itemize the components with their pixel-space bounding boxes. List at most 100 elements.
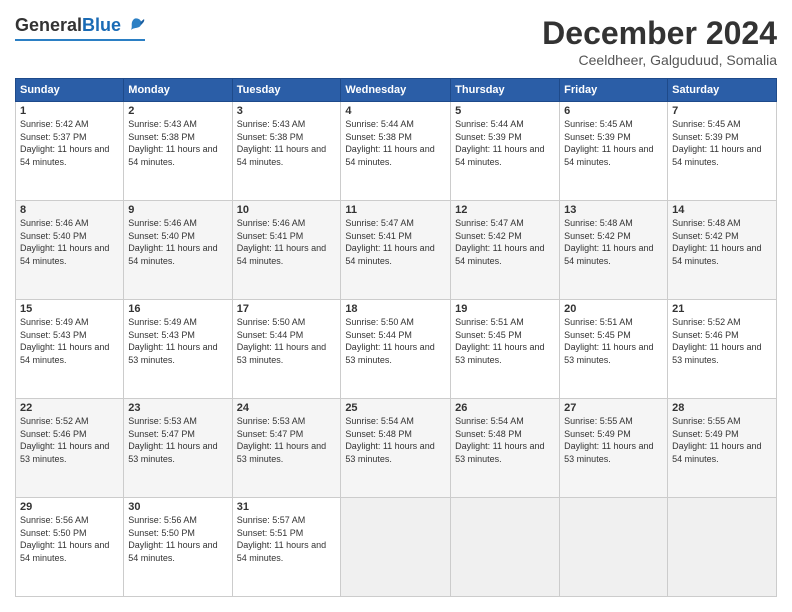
day-number: 24	[237, 402, 337, 414]
calendar-cell: 31 Sunrise: 5:57 AMSunset: 5:51 PMDaylig…	[232, 498, 341, 597]
day-info: Sunrise: 5:45 AMSunset: 5:39 PMDaylight:…	[564, 119, 653, 167]
day-number: 31	[237, 501, 337, 513]
day-number: 3	[237, 105, 337, 117]
calendar-cell: 28 Sunrise: 5:55 AMSunset: 5:49 PMDaylig…	[668, 399, 777, 498]
day-info: Sunrise: 5:42 AMSunset: 5:37 PMDaylight:…	[20, 119, 109, 167]
day-info: Sunrise: 5:47 AMSunset: 5:41 PMDaylight:…	[345, 218, 434, 266]
calendar-cell: 8 Sunrise: 5:46 AMSunset: 5:40 PMDayligh…	[16, 201, 124, 300]
day-number: 11	[345, 204, 446, 216]
day-number: 16	[128, 303, 227, 315]
day-info: Sunrise: 5:51 AMSunset: 5:45 PMDaylight:…	[455, 317, 544, 365]
calendar-cell: 6 Sunrise: 5:45 AMSunset: 5:39 PMDayligh…	[560, 102, 668, 201]
day-number: 15	[20, 303, 119, 315]
day-info: Sunrise: 5:51 AMSunset: 5:45 PMDaylight:…	[564, 317, 653, 365]
day-number: 10	[237, 204, 337, 216]
day-info: Sunrise: 5:56 AMSunset: 5:50 PMDaylight:…	[20, 515, 109, 563]
month-title: December 2024	[542, 15, 777, 52]
day-info: Sunrise: 5:53 AMSunset: 5:47 PMDaylight:…	[128, 416, 217, 464]
day-number: 22	[20, 402, 119, 414]
day-info: Sunrise: 5:44 AMSunset: 5:38 PMDaylight:…	[345, 119, 434, 167]
calendar-cell: 30 Sunrise: 5:56 AMSunset: 5:50 PMDaylig…	[124, 498, 232, 597]
weekday-header-cell: Thursday	[451, 79, 560, 102]
logo-blue-text: Blue	[82, 15, 121, 35]
calendar-cell: 29 Sunrise: 5:56 AMSunset: 5:50 PMDaylig…	[16, 498, 124, 597]
day-number: 2	[128, 105, 227, 117]
day-info: Sunrise: 5:49 AMSunset: 5:43 PMDaylight:…	[128, 317, 217, 365]
calendar-cell: 22 Sunrise: 5:52 AMSunset: 5:46 PMDaylig…	[16, 399, 124, 498]
calendar-cell: 15 Sunrise: 5:49 AMSunset: 5:43 PMDaylig…	[16, 300, 124, 399]
logo-general-text: General	[15, 15, 82, 35]
calendar-cell: 14 Sunrise: 5:48 AMSunset: 5:42 PMDaylig…	[668, 201, 777, 300]
calendar-cell	[341, 498, 451, 597]
day-info: Sunrise: 5:50 AMSunset: 5:44 PMDaylight:…	[237, 317, 326, 365]
day-info: Sunrise: 5:44 AMSunset: 5:39 PMDaylight:…	[455, 119, 544, 167]
day-number: 17	[237, 303, 337, 315]
day-number: 26	[455, 402, 555, 414]
day-number: 29	[20, 501, 119, 513]
day-info: Sunrise: 5:52 AMSunset: 5:46 PMDaylight:…	[672, 317, 761, 365]
day-number: 30	[128, 501, 227, 513]
calendar-cell: 12 Sunrise: 5:47 AMSunset: 5:42 PMDaylig…	[451, 201, 560, 300]
day-info: Sunrise: 5:50 AMSunset: 5:44 PMDaylight:…	[345, 317, 434, 365]
calendar-cell: 1 Sunrise: 5:42 AMSunset: 5:37 PMDayligh…	[16, 102, 124, 201]
week-row: 15 Sunrise: 5:49 AMSunset: 5:43 PMDaylig…	[16, 300, 777, 399]
day-info: Sunrise: 5:46 AMSunset: 5:40 PMDaylight:…	[20, 218, 109, 266]
calendar-cell: 17 Sunrise: 5:50 AMSunset: 5:44 PMDaylig…	[232, 300, 341, 399]
day-number: 4	[345, 105, 446, 117]
day-number: 1	[20, 105, 119, 117]
day-number: 14	[672, 204, 772, 216]
day-info: Sunrise: 5:48 AMSunset: 5:42 PMDaylight:…	[564, 218, 653, 266]
calendar-cell: 25 Sunrise: 5:54 AMSunset: 5:48 PMDaylig…	[341, 399, 451, 498]
calendar-cell: 2 Sunrise: 5:43 AMSunset: 5:38 PMDayligh…	[124, 102, 232, 201]
page: GeneralBlue December 2024 Ceeldheer, Gal…	[0, 0, 792, 612]
calendar-cell: 16 Sunrise: 5:49 AMSunset: 5:43 PMDaylig…	[124, 300, 232, 399]
day-number: 28	[672, 402, 772, 414]
logo-bird-icon	[123, 15, 145, 37]
week-row: 8 Sunrise: 5:46 AMSunset: 5:40 PMDayligh…	[16, 201, 777, 300]
day-info: Sunrise: 5:53 AMSunset: 5:47 PMDaylight:…	[237, 416, 326, 464]
day-info: Sunrise: 5:54 AMSunset: 5:48 PMDaylight:…	[455, 416, 544, 464]
day-info: Sunrise: 5:43 AMSunset: 5:38 PMDaylight:…	[237, 119, 326, 167]
day-info: Sunrise: 5:45 AMSunset: 5:39 PMDaylight:…	[672, 119, 761, 167]
calendar-cell: 26 Sunrise: 5:54 AMSunset: 5:48 PMDaylig…	[451, 399, 560, 498]
calendar-cell: 11 Sunrise: 5:47 AMSunset: 5:41 PMDaylig…	[341, 201, 451, 300]
day-number: 12	[455, 204, 555, 216]
day-info: Sunrise: 5:49 AMSunset: 5:43 PMDaylight:…	[20, 317, 109, 365]
day-number: 20	[564, 303, 663, 315]
day-info: Sunrise: 5:47 AMSunset: 5:42 PMDaylight:…	[455, 218, 544, 266]
day-number: 18	[345, 303, 446, 315]
location: Ceeldheer, Galguduud, Somalia	[542, 52, 777, 68]
day-info: Sunrise: 5:56 AMSunset: 5:50 PMDaylight:…	[128, 515, 217, 563]
day-info: Sunrise: 5:46 AMSunset: 5:41 PMDaylight:…	[237, 218, 326, 266]
day-number: 25	[345, 402, 446, 414]
weekday-header-cell: Saturday	[668, 79, 777, 102]
weekday-header-cell: Friday	[560, 79, 668, 102]
weekday-header-cell: Monday	[124, 79, 232, 102]
day-number: 5	[455, 105, 555, 117]
week-row: 1 Sunrise: 5:42 AMSunset: 5:37 PMDayligh…	[16, 102, 777, 201]
week-row: 22 Sunrise: 5:52 AMSunset: 5:46 PMDaylig…	[16, 399, 777, 498]
calendar-cell: 20 Sunrise: 5:51 AMSunset: 5:45 PMDaylig…	[560, 300, 668, 399]
calendar-cell: 10 Sunrise: 5:46 AMSunset: 5:41 PMDaylig…	[232, 201, 341, 300]
calendar-cell	[560, 498, 668, 597]
day-info: Sunrise: 5:48 AMSunset: 5:42 PMDaylight:…	[672, 218, 761, 266]
calendar-cell	[668, 498, 777, 597]
title-block: December 2024 Ceeldheer, Galguduud, Soma…	[542, 15, 777, 68]
calendar-cell	[451, 498, 560, 597]
day-info: Sunrise: 5:55 AMSunset: 5:49 PMDaylight:…	[672, 416, 761, 464]
day-number: 27	[564, 402, 663, 414]
weekday-header-cell: Sunday	[16, 79, 124, 102]
day-number: 7	[672, 105, 772, 117]
logo: GeneralBlue	[15, 15, 145, 41]
calendar-cell: 21 Sunrise: 5:52 AMSunset: 5:46 PMDaylig…	[668, 300, 777, 399]
day-info: Sunrise: 5:55 AMSunset: 5:49 PMDaylight:…	[564, 416, 653, 464]
calendar-cell: 3 Sunrise: 5:43 AMSunset: 5:38 PMDayligh…	[232, 102, 341, 201]
calendar-cell: 23 Sunrise: 5:53 AMSunset: 5:47 PMDaylig…	[124, 399, 232, 498]
calendar-cell: 9 Sunrise: 5:46 AMSunset: 5:40 PMDayligh…	[124, 201, 232, 300]
day-number: 21	[672, 303, 772, 315]
day-number: 8	[20, 204, 119, 216]
calendar-cell: 4 Sunrise: 5:44 AMSunset: 5:38 PMDayligh…	[341, 102, 451, 201]
day-number: 6	[564, 105, 663, 117]
calendar-cell: 27 Sunrise: 5:55 AMSunset: 5:49 PMDaylig…	[560, 399, 668, 498]
day-number: 13	[564, 204, 663, 216]
